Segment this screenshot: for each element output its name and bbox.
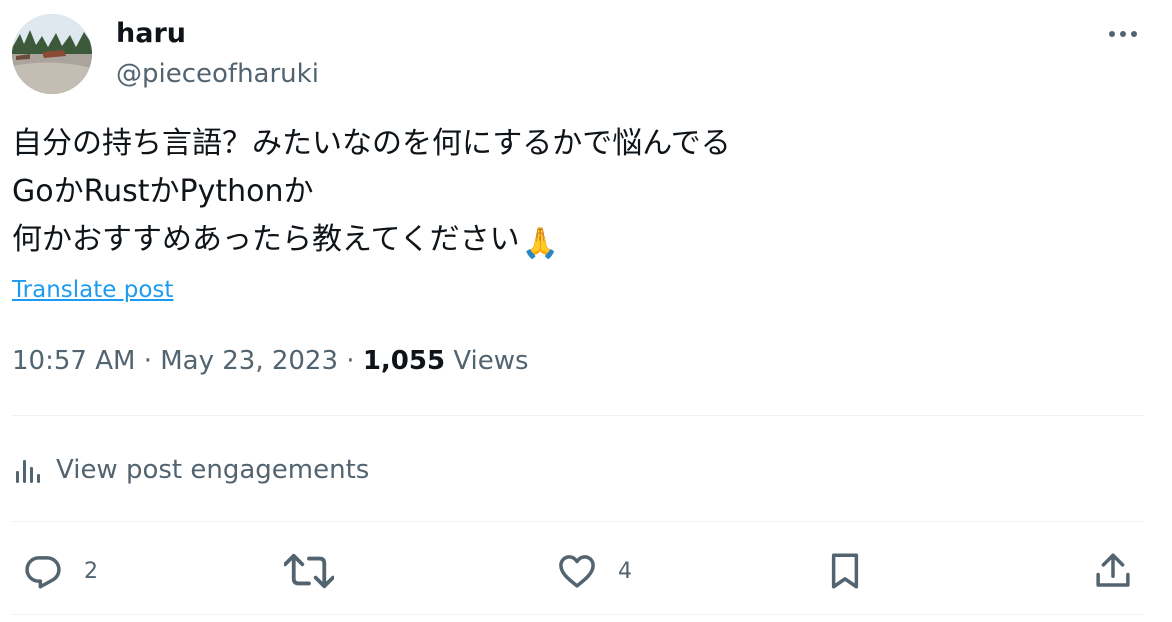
- like-button[interactable]: 4: [556, 548, 632, 594]
- author-handle[interactable]: @pieceofharuki: [116, 56, 319, 92]
- share-button[interactable]: [1092, 548, 1134, 594]
- views-label: Views: [453, 346, 529, 376]
- translate-post-link[interactable]: Translate post: [12, 273, 173, 307]
- analytics-icon: [16, 460, 40, 483]
- view-engagements-button[interactable]: View post engagements: [12, 448, 369, 492]
- like-count: 4: [618, 558, 632, 584]
- post-text-line-content: 何かおすすめあったら教えてください: [12, 222, 520, 257]
- reply-icon: [25, 556, 61, 589]
- avatar-image: [12, 14, 92, 94]
- divider: [12, 415, 1144, 416]
- bookmark-icon: [831, 553, 859, 589]
- reply-button[interactable]: 2: [22, 548, 98, 594]
- reply-count: 2: [84, 558, 98, 584]
- post-time[interactable]: 10:57 AM: [12, 346, 135, 376]
- repost-button[interactable]: [284, 548, 354, 594]
- post-text-line: 何かおすすめあったら教えてください🙏: [12, 216, 1142, 268]
- bookmark-button[interactable]: [824, 548, 866, 594]
- post-meta: 10:57 AM · May 23, 2023 · 1,055 Views: [12, 342, 529, 380]
- share-icon: [1096, 553, 1130, 587]
- avatar[interactable]: [12, 14, 92, 94]
- post-text: 自分の持ち言語？みたいなのを何にするかで悩んでる GoかRustかPythonか…: [12, 120, 1142, 268]
- views-count: 1,055: [362, 346, 446, 376]
- meta-separator: ·: [143, 346, 152, 376]
- folded-hands-emoji: 🙏: [521, 226, 559, 261]
- view-engagements-label: View post engagements: [56, 455, 370, 485]
- meta-separator: ·: [346, 346, 355, 376]
- divider: [12, 614, 1144, 615]
- like-icon: [559, 555, 595, 588]
- post-date[interactable]: May 23, 2023: [160, 346, 338, 376]
- more-options-icon[interactable]: [1106, 22, 1140, 46]
- repost-icon: [284, 553, 334, 589]
- post-card: haru @pieceofharuki 自分の持ち言語？みたいなのを何にするかで…: [12, 0, 1144, 622]
- divider: [12, 521, 1144, 522]
- post-text-line: GoかRustかPythonか: [12, 174, 314, 209]
- post-text-line: 自分の持ち言語？みたいなのを何にするかで悩んでる: [12, 126, 731, 161]
- author-display-name[interactable]: haru: [116, 16, 186, 52]
